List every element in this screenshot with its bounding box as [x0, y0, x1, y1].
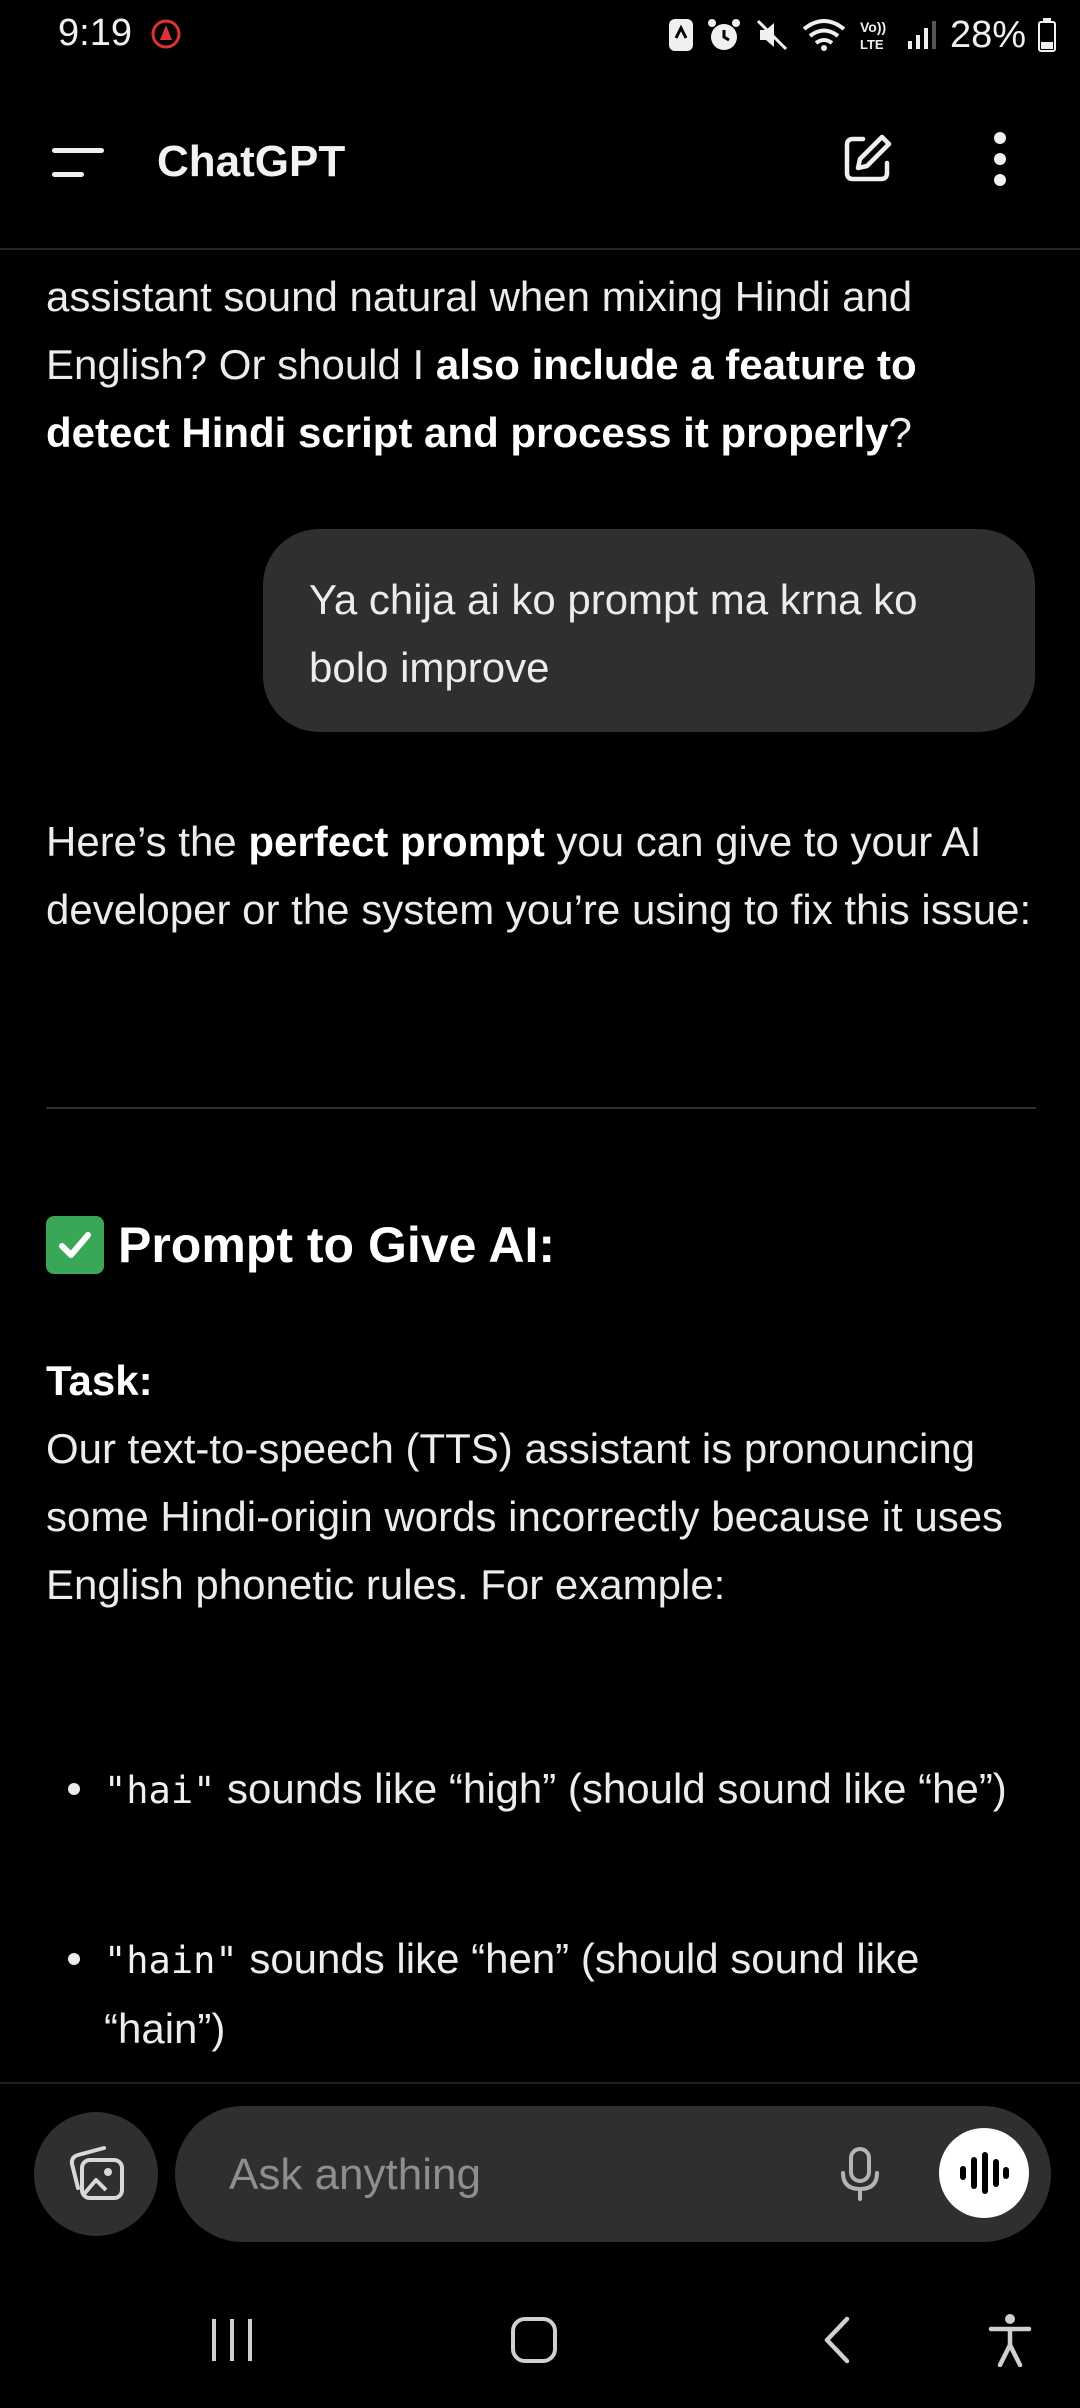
status-bar: 9:19 Vo)) LTE 28% [0, 0, 1080, 70]
list-item: "hain" sounds like “hen” (should sound l… [68, 1925, 1048, 2063]
new-chat-button[interactable] [832, 124, 902, 194]
system-navigation-bar [0, 2268, 1080, 2408]
more-options-button[interactable] [970, 124, 1030, 194]
wifi-icon [802, 19, 846, 51]
check-mark-icon [46, 1216, 104, 1274]
task-label: Task: [46, 1357, 153, 1404]
voice-mode-button[interactable] [939, 2128, 1029, 2218]
assistant-reply-text: Here’s the perfect prompt you can give t… [46, 808, 1036, 944]
list-item-text: sounds like “high” (should sound like “h… [215, 1765, 1007, 1812]
bullet-dot [68, 1953, 80, 1965]
prompt-heading: Prompt to Give AI: [46, 1210, 555, 1280]
bullet-dot [68, 1783, 80, 1795]
inline-code: "hai" [104, 1769, 216, 1812]
home-icon [511, 2317, 557, 2363]
list-item: "hai" sounds like “high” (should sound l… [68, 1755, 1048, 1825]
alarm-icon [707, 19, 740, 50]
intro-end-text: ? [888, 409, 912, 456]
app-title[interactable]: ChatGPT [157, 132, 345, 192]
menu-button[interactable] [38, 132, 118, 192]
signal-icon [907, 21, 936, 49]
recent-apps-button[interactable] [192, 2308, 272, 2372]
reply-text-start: Here’s the [46, 818, 249, 865]
attach-image-button[interactable] [34, 2112, 158, 2236]
microphone-icon [841, 2147, 879, 2201]
notification-alert-icon [151, 19, 181, 49]
inline-code: "hain" [104, 1939, 238, 1982]
ask-anything-input[interactable] [227, 2142, 791, 2208]
more-vertical-icon [994, 132, 1006, 186]
status-icons: Vo)) LTE 28% [668, 10, 1056, 60]
edit-icon [844, 134, 892, 182]
home-button[interactable] [494, 2308, 574, 2372]
composer-bar [0, 2082, 1080, 2270]
svg-text:Vo)): Vo)) [860, 19, 886, 35]
reply-bold-text: perfect prompt [248, 818, 545, 865]
battery-percent: 28% [949, 13, 1026, 56]
microphone-button[interactable] [825, 2140, 895, 2210]
image-attach-icon [69, 2146, 124, 2200]
prompt-heading-text: Prompt to Give AI: [118, 1217, 556, 1273]
back-icon [824, 2316, 850, 2364]
message-input-container [175, 2106, 1051, 2242]
mute-icon [756, 19, 787, 51]
user-message-bubble: Ya chija ai ko prompt ma krna ko bolo im… [263, 529, 1035, 732]
menu-icon [52, 148, 104, 177]
assistant-message-intro: assistant sound natural when mixing Hind… [46, 263, 1036, 467]
battery-icon [1038, 18, 1056, 52]
status-time: 9:19 [58, 12, 132, 54]
recent-apps-icon [212, 2319, 252, 2361]
divider [46, 1107, 1036, 1109]
accessibility-icon [988, 2314, 1032, 2367]
chat-area[interactable]: assistant sound natural when mixing Hind… [0, 250, 1080, 2080]
user-message-text: Ya chija ai ko prompt ma krna ko bolo im… [309, 576, 918, 691]
app-header: ChatGPT [0, 70, 1080, 250]
back-button[interactable] [796, 2308, 876, 2372]
accessibility-button[interactable] [970, 2308, 1050, 2372]
volte-icon: Vo)) LTE [860, 19, 886, 52]
svg-text:LTE: LTE [860, 37, 884, 52]
sync-icon [668, 19, 693, 51]
voice-waveform-icon [960, 2152, 1009, 2194]
task-body: Our text-to-speech (TTS) assistant is pr… [46, 1425, 1004, 1608]
